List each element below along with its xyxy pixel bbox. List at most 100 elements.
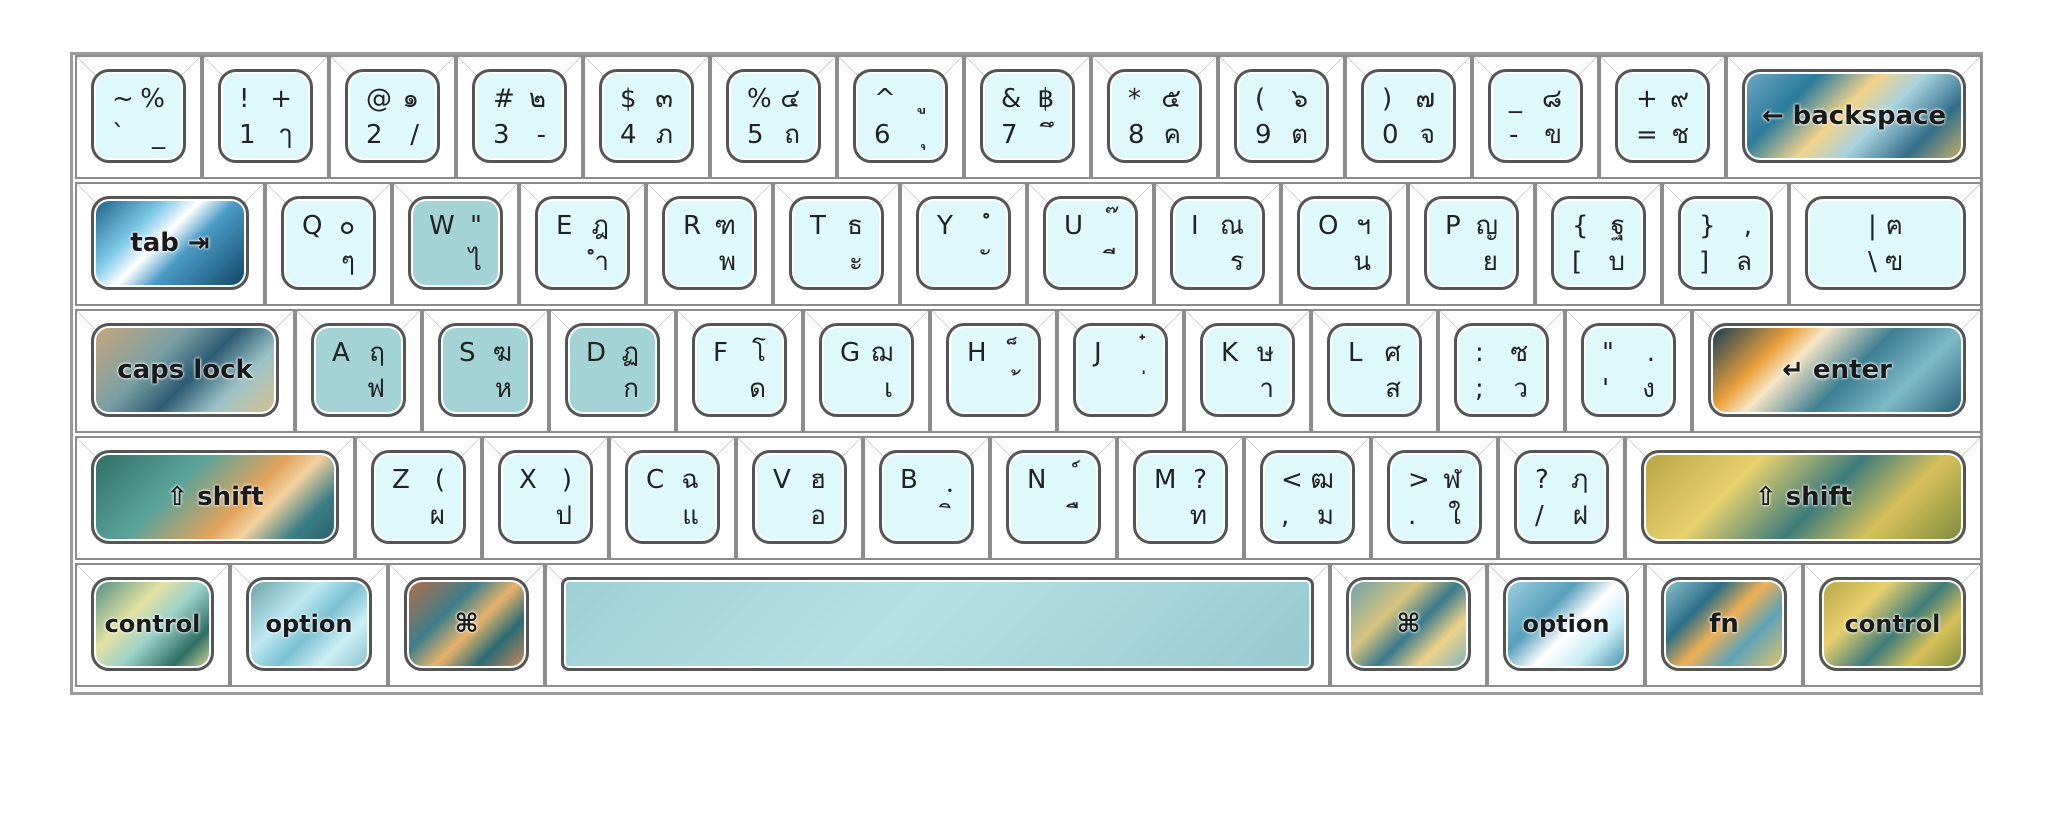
key-4[interactable]: $ ๓ 4 ภ: [583, 55, 710, 179]
key-v[interactable]: V ฮ อ: [736, 436, 863, 560]
key-symbol: :: [1475, 338, 1484, 368]
key-symbol: ฬ: [1443, 465, 1461, 495]
key-label: control: [1844, 610, 1941, 638]
key-e[interactable]: E ฎ ำ: [519, 182, 646, 306]
key-symbol: >: [1408, 465, 1430, 495]
key-t[interactable]: T ธ ะ: [773, 182, 900, 306]
key-caps-lock[interactable]: caps lock: [75, 309, 295, 433]
key-symbol: _: [152, 120, 165, 150]
key-control-left[interactable]: control: [75, 563, 230, 687]
key-s[interactable]: S ฆ ห: [422, 309, 549, 433]
key-fn[interactable]: fn: [1645, 563, 1803, 687]
key-shift-right[interactable]: ⇧ shift: [1625, 436, 1982, 560]
key-symbol: ๐: [339, 211, 355, 241]
key-1[interactable]: ! + 1 ๅ: [202, 55, 329, 179]
key-p[interactable]: P ญ ย: [1408, 182, 1535, 306]
key-z[interactable]: Z ( ผ: [355, 436, 482, 560]
key-symbol: Y: [937, 211, 953, 241]
key-q[interactable]: Q ๐ ๆ: [265, 182, 392, 306]
key-left-bracket[interactable]: { ฐ [ บ: [1535, 182, 1662, 306]
key-symbol: ร: [1230, 247, 1244, 277]
key-2[interactable]: @ ๑ 2 /: [329, 55, 456, 179]
key-f[interactable]: F โ ด: [676, 309, 803, 433]
key-enter[interactable]: ↵ enter: [1692, 309, 1982, 433]
key-symbol: 0: [1382, 120, 1399, 150]
key-c[interactable]: C ฉ แ: [609, 436, 736, 560]
key-symbol: D: [586, 338, 607, 368]
key-5[interactable]: % ๔ 5 ถ: [710, 55, 837, 179]
key-g[interactable]: G ฌ เ: [803, 309, 930, 433]
key-symbol: X: [519, 465, 537, 495]
key-6[interactable]: ^ ู 6 ุ: [837, 55, 964, 179]
key-8[interactable]: * ๕ 8 ค: [1091, 55, 1218, 179]
key-symbol: .: [1646, 338, 1655, 368]
key-symbol: ฌ: [870, 338, 893, 368]
key-symbol: -: [536, 120, 546, 150]
key-symbol: <: [1281, 465, 1303, 495]
key-minus[interactable]: _ ๘ - ข: [1472, 55, 1599, 179]
key-symbol: [: [1572, 247, 1583, 277]
key-symbol: 4: [620, 120, 637, 150]
key-symbol: W: [429, 211, 455, 241]
key-k[interactable]: K ษ า: [1184, 309, 1311, 433]
key-period[interactable]: > ฬ . ใ: [1371, 436, 1498, 560]
key-symbol: ,: [1743, 211, 1752, 241]
key-symbol: แ: [682, 501, 699, 531]
key-x[interactable]: X ) ป: [482, 436, 609, 560]
key-shift-left[interactable]: ⇧ shift: [75, 436, 355, 560]
key-tilde[interactable]: ~ % ` _: [75, 55, 202, 179]
key-comma[interactable]: < ฒ , ม: [1244, 436, 1371, 560]
key-semicolon[interactable]: : ซ ; ว: [1438, 309, 1565, 433]
key-d[interactable]: D ฏ ก: [549, 309, 676, 433]
key-option-right[interactable]: option: [1487, 563, 1645, 687]
key-m[interactable]: M ? ท: [1117, 436, 1244, 560]
key-b[interactable]: B ฺ ิ: [863, 436, 990, 560]
key-backspace[interactable]: ← backspace: [1726, 55, 1982, 179]
key-command-right[interactable]: ⌘: [1330, 563, 1487, 687]
key-symbol: ฏ: [621, 338, 639, 368]
key-symbol: ห: [494, 374, 512, 404]
key-o[interactable]: O ฯ น: [1281, 182, 1408, 306]
key-space[interactable]: [545, 563, 1330, 687]
key-symbol: /: [1535, 501, 1544, 531]
key-symbol: M: [1154, 465, 1177, 495]
key-i[interactable]: I ณ ร: [1154, 182, 1281, 306]
key-backslash[interactable]: | ฅ \ ฃ: [1789, 182, 1982, 306]
key-tab[interactable]: tab ⇥: [75, 182, 265, 306]
key-y[interactable]: Y ํ ั: [900, 182, 1027, 306]
key-symbol: ำ: [594, 247, 609, 277]
key-3[interactable]: # ๒ 3 -: [456, 55, 583, 179]
key-symbol: G: [840, 338, 861, 368]
key-w[interactable]: W " ไ: [392, 182, 519, 306]
command-icon: ⌘: [1396, 609, 1421, 639]
key-quote[interactable]: " . ' ง: [1565, 309, 1692, 433]
key-symbol: I: [1191, 211, 1199, 241]
key-r[interactable]: R ฑ พ: [646, 182, 773, 306]
key-0[interactable]: ) ๗ 0 จ: [1345, 55, 1472, 179]
key-j[interactable]: J ๋ ่: [1057, 309, 1184, 433]
key-symbol: ฆ: [492, 338, 512, 368]
key-symbol: L: [1348, 338, 1363, 368]
key-control-right[interactable]: control: [1803, 563, 1982, 687]
key-symbol: ธ: [847, 211, 863, 241]
key-l[interactable]: L ศ ส: [1311, 309, 1438, 433]
key-symbol: |: [1868, 211, 1877, 241]
key-command-left[interactable]: ⌘: [388, 563, 545, 687]
key-7[interactable]: & ฿ 7 ึ: [964, 55, 1091, 179]
key-u[interactable]: U ๊ ี: [1027, 182, 1154, 306]
key-equals[interactable]: + ๙ = ช: [1599, 55, 1726, 179]
key-symbol: ช: [1671, 120, 1689, 150]
key-option-left[interactable]: option: [230, 563, 388, 687]
key-symbol: 2: [366, 120, 383, 150]
key-symbol: ): [561, 465, 572, 495]
key-slash[interactable]: ? ฦ / ฝ: [1498, 436, 1625, 560]
key-symbol: 9: [1255, 120, 1272, 150]
key-symbol: R: [683, 211, 702, 241]
key-symbol: บ: [1608, 247, 1625, 277]
key-a[interactable]: A ฤ ฟ: [295, 309, 422, 433]
key-n[interactable]: N ์ ื: [990, 436, 1117, 560]
key-h[interactable]: H ็ ้: [930, 309, 1057, 433]
key-symbol: &: [1001, 84, 1022, 114]
key-9[interactable]: ( ๖ 9 ต: [1218, 55, 1345, 179]
key-right-bracket[interactable]: } , ] ล: [1662, 182, 1789, 306]
